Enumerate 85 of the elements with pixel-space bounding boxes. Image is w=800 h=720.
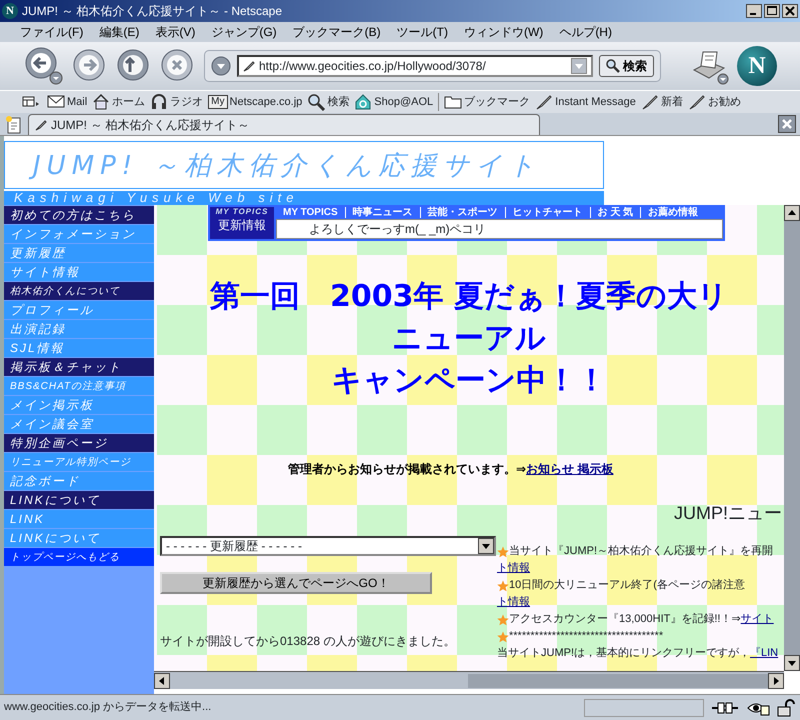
go-button[interactable]: 更新履歴から選んでページへGO！ <box>160 572 432 594</box>
topic-tab[interactable]: お 天 気 <box>590 207 640 218</box>
dropdown-icon <box>478 538 494 554</box>
news-text: 10日間の大リニューアル終了(各ページの諸注意 <box>509 578 745 593</box>
my-badge-icon: My <box>208 95 228 109</box>
news-text: 当サイト『JUMP!～柏木佑介くん応援サイト』を再開 <box>509 544 773 559</box>
toolbar-link[interactable]: Mail <box>47 93 88 111</box>
back-button[interactable] <box>24 46 64 86</box>
toolbar-link[interactable]: お勧め <box>688 93 741 111</box>
topics-message: よろしくでーっすm(_ _m)ペコリ <box>276 219 723 239</box>
sidebar-link[interactable]: 掲示板＆チャット <box>4 358 154 376</box>
news-title: JUMP!ニュー <box>674 502 783 525</box>
maximize-button[interactable] <box>764 4 780 18</box>
toolbar-link[interactable]: ホーム <box>92 93 146 111</box>
vertical-scrollbar[interactable] <box>784 205 800 671</box>
close-tab-button[interactable] <box>778 115 796 133</box>
notice-text: 管理者からお知らせが掲載されています。⇒お知らせ 掲示板 <box>288 461 614 478</box>
toolbar-link[interactable]: ブックマーク <box>444 93 530 111</box>
site-banner: JUMP! ～柏木佑介くん応援サイト <box>4 141 604 189</box>
news-text: 当サイトJUMP!は，基本的にリンクフリーですが， <box>497 646 750 661</box>
horizontal-scrollbar[interactable] <box>154 671 784 689</box>
url-field[interactable]: http://www.geocities.co.jp/Hollywood/3078/ <box>237 55 593 77</box>
history-select[interactable]: - - - - - - 更新履歴 - - - - - - <box>160 536 496 556</box>
sidebar-link[interactable]: 柏木佑介くんについて <box>4 282 154 300</box>
sidebar-link[interactable]: 初めての方はこちら <box>4 206 154 224</box>
search-icon <box>307 93 326 111</box>
menu-item[interactable]: ファイル(F) <box>20 23 84 41</box>
star-icon <box>497 580 509 592</box>
scrollbar-thumb[interactable] <box>468 674 768 688</box>
toolbar-link[interactable]: Shop@AOL <box>354 93 434 111</box>
news-link[interactable]: 『LIN <box>750 645 778 662</box>
star-icon <box>497 546 509 558</box>
search-button[interactable]: 検索 <box>599 55 654 77</box>
close-button[interactable] <box>782 4 798 18</box>
dropdown-button[interactable] <box>211 56 231 76</box>
topic-tab[interactable]: 芸能・スポーツ <box>420 207 505 218</box>
news-link[interactable]: ト情報 <box>497 560 530 577</box>
menu-item[interactable]: ツール(T) <box>396 23 448 41</box>
toolbar-link[interactable]: Instant Message <box>535 93 636 111</box>
sidebar-link[interactable]: 特別企画ページ <box>4 434 154 452</box>
plug-icon <box>710 700 740 716</box>
status-text: www.geocities.co.jp からデータを転送中... <box>4 700 212 716</box>
news-link[interactable]: ト情報 <box>497 594 530 611</box>
app-logo: N <box>2 3 18 19</box>
notice-link[interactable]: お知らせ 掲示板 <box>526 462 614 476</box>
scroll-right-button[interactable] <box>768 672 784 688</box>
visitor-counter: サイトが開設してから013828 の人が遊びにきました。 <box>160 633 456 650</box>
browser-tab[interactable]: JUMP! ～ 柏木佑介くん応援サイト～ <box>28 114 540 135</box>
toolbar-link[interactable]: 新着 <box>640 93 683 111</box>
topics-label: 更新情報 <box>218 217 266 234</box>
browser-logo: N <box>737 46 777 86</box>
site-subtitle: Kashiwagi Yusuke Web site <box>4 191 604 205</box>
topic-tab[interactable]: MY TOPICS <box>276 207 345 218</box>
toolbar-link[interactable]: ラジオ <box>150 93 204 111</box>
window-title: JUMP! ～ 柏木佑介くん応援サイト～ - Netscape <box>22 3 284 20</box>
menu-item[interactable]: 表示(V) <box>155 23 196 41</box>
topics-caption: MY TOPICS <box>216 207 268 216</box>
campaign-headline: 第一回 2003年 夏だぁ！夏季の大リ ニューアル キャンペーン中！！ <box>209 278 729 400</box>
topic-tab[interactable]: 時事ニュース <box>344 207 420 218</box>
dropdown-icon <box>571 58 587 74</box>
search-icon <box>606 59 620 73</box>
scroll-down-button[interactable] <box>784 655 800 671</box>
menu-item[interactable]: ヘルプ(H) <box>559 23 612 41</box>
topic-tab[interactable]: お薦め情報 <box>640 207 706 218</box>
toolbar-link[interactable]: My Netscape.co.jp <box>208 94 302 110</box>
news-text: アクセスカウンター『13,000HIT』を記録!!！⇒ <box>509 612 741 627</box>
news-text: ************************************ <box>509 629 664 644</box>
menu-item[interactable]: ジャンプ(G) <box>211 23 277 41</box>
bookmark-icon <box>35 119 47 131</box>
news-link[interactable]: サイト <box>740 611 774 628</box>
lock-icon[interactable] <box>776 698 796 716</box>
topic-tab[interactable]: ヒットチャート <box>504 207 590 218</box>
star-icon <box>497 630 509 642</box>
sidebar-link[interactable]: トップページへもどる <box>4 548 154 566</box>
toolbar-link[interactable]: 検索 <box>307 93 350 111</box>
scroll-up-button[interactable] <box>784 205 800 221</box>
bookmark-icon <box>243 60 255 72</box>
menu-item[interactable]: 編集(E) <box>99 23 140 41</box>
menu-item[interactable]: ブックマーク(B) <box>292 23 381 41</box>
minimize-button[interactable] <box>746 4 762 18</box>
scroll-left-button[interactable] <box>154 672 170 688</box>
headphones-icon <box>150 93 168 111</box>
star-icon <box>497 614 509 626</box>
menu-item[interactable]: ウィンドウ(W) <box>464 23 544 41</box>
sidebar-link[interactable]: LINKについて <box>4 491 154 509</box>
